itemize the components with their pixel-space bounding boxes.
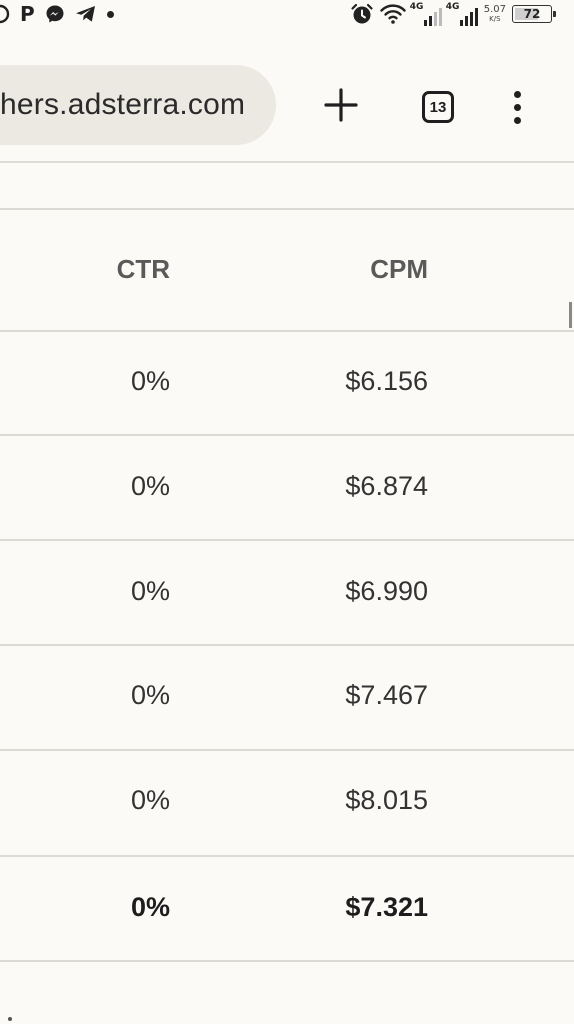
cell-ctr: 0% <box>130 366 170 396</box>
alarm-icon <box>350 2 374 26</box>
network-speed-value: 5.07 <box>483 4 506 15</box>
messenger-icon <box>45 4 65 24</box>
tab-count: 13 <box>429 98 447 116</box>
pinterest-icon: P <box>20 2 35 26</box>
stats-table: CTR CPM 0% $6.156 0% $6.874 0% $6.990 0%… <box>0 163 574 1024</box>
table-row: 0% $8.015 <box>0 751 574 855</box>
browser-toolbar: hers.adsterra.com 13 <box>0 28 574 162</box>
network-type-label: 4G <box>409 2 424 12</box>
table-total-row: 0% $7.321 <box>0 857 574 960</box>
notification-dot-icon <box>106 10 114 18</box>
status-left-icons: P <box>0 2 114 26</box>
address-bar[interactable]: hers.adsterra.com <box>0 65 276 145</box>
table-row: 0% $6.990 <box>0 541 574 644</box>
telegram-icon <box>75 4 97 24</box>
battery-icon: 72 <box>512 5 556 23</box>
cell-ctr: 0% <box>130 785 170 815</box>
table-bottom-border <box>0 960 574 962</box>
cell-ctr: 0% <box>130 576 170 606</box>
cell-ctr: 0% <box>130 680 170 710</box>
cell-cpm: $8.015 <box>345 785 428 815</box>
cell-cpm: $6.990 <box>345 576 428 606</box>
tab-switcher-button[interactable]: 13 <box>415 84 461 130</box>
cell-cpm: $6.874 <box>345 471 428 501</box>
network-speed-unit: K/S <box>489 15 501 23</box>
cell-cpm: $6.156 <box>345 366 428 396</box>
table-header-row: CTR CPM <box>0 210 574 330</box>
screen: P 4G 4G 5.07 K/S 72 hers.adsterra.com 13… <box>0 0 574 1024</box>
status-bar: P 4G 4G 5.07 K/S 72 <box>0 0 574 28</box>
table-row: 0% $6.874 <box>0 436 574 539</box>
total-cpm: $7.321 <box>345 892 428 922</box>
cell-cpm: $7.467 <box>345 680 428 710</box>
battery-level-text: 72 <box>523 7 541 21</box>
status-right-icons: 4G 4G 5.07 K/S 72 <box>350 0 556 28</box>
signal-strength-sim1-icon: 4G <box>409 2 442 26</box>
cell-ctr: 0% <box>130 471 170 501</box>
address-bar-url[interactable]: hers.adsterra.com <box>0 88 245 122</box>
signal-strength-sim2-icon: 4G <box>445 2 478 26</box>
plus-icon <box>323 87 359 128</box>
tab-count-icon: 13 <box>422 91 454 123</box>
more-vert-icon[interactable] <box>500 84 534 130</box>
circle-icon <box>0 4 10 24</box>
new-tab-button[interactable] <box>318 84 364 130</box>
table-row: 0% $7.467 <box>0 646 574 749</box>
column-header-cpm[interactable]: CPM <box>370 254 428 285</box>
next-column-header-edge <box>569 302 572 328</box>
network-type-label: 4G <box>445 2 460 12</box>
wifi-icon <box>380 3 406 25</box>
scroll-content-marker <box>8 1017 12 1021</box>
table-row: 0% $6.156 <box>0 332 574 435</box>
network-speed: 5.07 K/S <box>483 4 506 24</box>
total-ctr: 0% <box>130 892 170 922</box>
column-header-ctr[interactable]: CTR <box>117 254 170 285</box>
